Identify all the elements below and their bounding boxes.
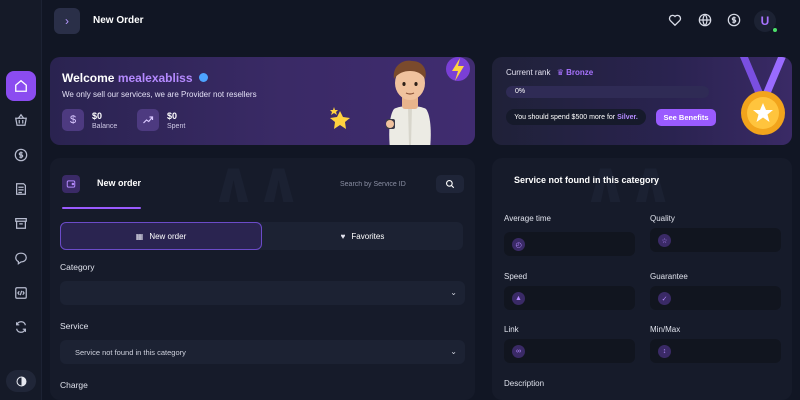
spent-value: $0 (167, 111, 178, 121)
rank-card: Current rank ♛ Bronze 0% You should spen… (492, 57, 792, 145)
page-title: New Order (93, 15, 144, 26)
archive-icon (15, 218, 27, 229)
welcome-username: mealexabliss (117, 71, 193, 85)
code-icon (15, 287, 27, 299)
theme-icon (16, 376, 26, 386)
rank-message-text: You should spend $500 more for (514, 113, 616, 121)
theme-toggle[interactable] (6, 370, 36, 392)
background-watermark: ∧∧ (210, 158, 302, 216)
speed-label: Speed (504, 272, 528, 281)
sidebar (0, 0, 42, 400)
verified-badge-icon (198, 73, 208, 83)
chat-icon (15, 252, 27, 265)
spent-trend-icon (137, 109, 159, 131)
tab-active-indicator (62, 207, 141, 209)
welcome-greeting: Welcome (62, 71, 115, 85)
orders-icon (16, 183, 26, 195)
menu-toggle-button[interactable]: › (54, 8, 80, 34)
charge-label: Charge (60, 380, 88, 390)
welcome-card: Welcome mealexabliss We only sell our se… (50, 57, 475, 145)
sidebar-item-funds[interactable] (6, 140, 36, 170)
speed-icon: ▲ (512, 292, 525, 305)
online-status-dot (773, 28, 777, 32)
welcome-heading: Welcome mealexabliss (62, 71, 208, 85)
average-time-field: ◴ (504, 232, 635, 256)
average-time-label: Average time (504, 214, 551, 223)
tab-new-order[interactable]: New order (97, 178, 141, 188)
rank-progress-bar: 0% (506, 86, 709, 98)
quality-label: Quality (650, 214, 675, 223)
toggle-new-order-label: New order (149, 231, 187, 241)
link-label: Link (504, 325, 519, 334)
rank-name: Bronze (566, 68, 594, 77)
service-info-title: Service not found in this category (514, 175, 660, 185)
rank-progress-text: 0% (515, 88, 526, 95)
character-illustration (330, 57, 470, 145)
rank-heading: Current rank ♛ Bronze (506, 68, 593, 77)
guarantee-label: Guarantee (650, 272, 688, 281)
check-icon: ✓ (658, 292, 671, 305)
category-label: Category (60, 262, 95, 272)
search-button[interactable] (436, 175, 464, 193)
top-bar: › New Order U (42, 0, 800, 42)
chevron-right-icon: › (65, 14, 69, 28)
star-icon: ☆ (658, 234, 671, 247)
sidebar-item-orders[interactable] (6, 174, 36, 204)
service-id-search-input[interactable] (330, 175, 436, 193)
guarantee-field: ✓ (650, 286, 781, 310)
heart-icon: ♥ (340, 231, 346, 241)
balance-dollar-icon: $ (62, 109, 84, 131)
minmax-label: Min/Max (650, 325, 681, 334)
calendar-icon: ▦ (135, 231, 144, 241)
link-field: ∞ (504, 339, 635, 363)
sidebar-item-home[interactable] (6, 71, 36, 101)
globe-icon[interactable] (698, 13, 712, 27)
speed-field: ▲ (504, 286, 635, 310)
service-value: Service not found in this category (75, 347, 186, 357)
chevron-down-icon: ⌄ (450, 288, 457, 297)
pin-icon: ↕ (658, 345, 671, 358)
service-info-panel: ∧∧ Service not found in this category Av… (492, 158, 792, 400)
home-icon (15, 79, 27, 92)
chevron-down-icon: ⌄ (450, 347, 457, 356)
currency-icon[interactable] (727, 13, 741, 27)
heart-icon[interactable] (668, 13, 682, 27)
dollar-icon (14, 148, 28, 162)
welcome-subtitle: We only sell our services, we are Provid… (62, 90, 257, 99)
basket-icon (15, 113, 27, 126)
toggle-new-order-button[interactable]: ▦ New order (60, 222, 262, 250)
toggle-favorites-button[interactable]: ♥ Favorites (262, 222, 463, 250)
sidebar-item-basket[interactable] (6, 105, 36, 135)
new-order-panel: ∧∧ New order ▦ New order ♥ Favorites Cat… (50, 158, 475, 400)
clock-icon: ◴ (512, 238, 525, 251)
balance-label: Balance (92, 123, 118, 130)
sidebar-item-chat[interactable] (6, 243, 36, 273)
service-select[interactable]: Service not found in this category ⌄ (60, 340, 465, 364)
minmax-field: ↕ (650, 339, 781, 363)
service-label: Service (60, 321, 89, 331)
sidebar-item-api[interactable] (6, 278, 36, 308)
search-icon (446, 180, 455, 189)
order-mode-toggle: ▦ New order ♥ Favorites (60, 222, 463, 250)
rank-label: Current rank (506, 68, 551, 77)
sidebar-item-archive[interactable] (6, 208, 36, 238)
medal-icon (740, 57, 786, 135)
rank-target: Silver. (617, 113, 638, 121)
see-benefits-button[interactable]: See Benefits (656, 109, 716, 126)
balance-value: $0 (92, 111, 103, 121)
refresh-icon (16, 321, 26, 333)
category-select[interactable]: ⌄ (60, 281, 465, 305)
description-label: Description (504, 379, 545, 388)
quality-field: ☆ (650, 228, 781, 252)
wallet-icon (62, 175, 80, 193)
sidebar-item-refill[interactable] (6, 312, 36, 342)
rank-message: You should spend $500 more for Silver. (506, 109, 646, 125)
spent-label: Spent (167, 123, 186, 130)
background-watermark: ∧∧ (582, 158, 674, 216)
crown-icon: ♛ (556, 68, 564, 77)
toggle-favorites-label: Favorites (351, 231, 385, 241)
link-icon: ∞ (512, 345, 525, 358)
